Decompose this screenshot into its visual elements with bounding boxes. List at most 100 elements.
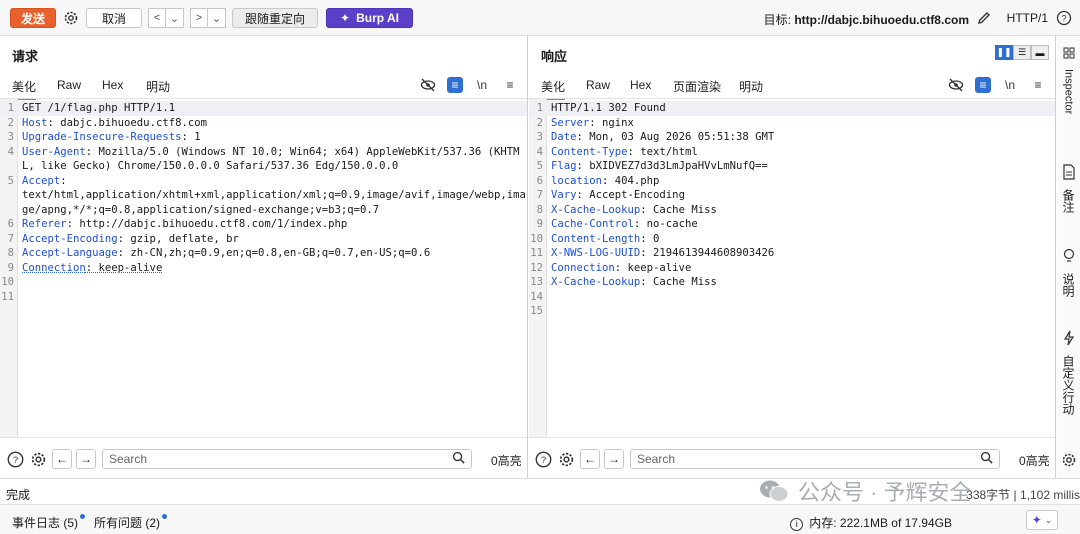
hide-eye-icon[interactable] bbox=[419, 76, 437, 94]
code-line: 11 X-NWS-LOG-UUID: 2194613944608903426 bbox=[529, 246, 1055, 261]
search-icon[interactable] bbox=[452, 451, 465, 467]
tab-explain[interactable]: 明动 bbox=[146, 78, 170, 95]
burp-ai-button[interactable]: ✦ Burp AI bbox=[326, 8, 413, 28]
menu-icon[interactable]: ≡ bbox=[1029, 76, 1047, 94]
word-wrap-icon[interactable]: ≡ bbox=[975, 77, 991, 93]
line-content: X-Cache-Lookup: Cache Miss bbox=[547, 275, 717, 290]
request-search-input[interactable]: Search bbox=[102, 449, 472, 469]
code-line: 8 X-Cache-Lookup: Cache Miss bbox=[529, 203, 1055, 218]
line-number: 11 bbox=[1, 290, 14, 303]
newline-toggle[interactable]: \n bbox=[473, 76, 491, 94]
header-value: : Accept-Encoding bbox=[576, 189, 685, 201]
edit-target-pencil-icon[interactable] bbox=[974, 8, 994, 28]
tab-render[interactable]: 页面渲染 bbox=[673, 78, 721, 95]
header-value: : http://dabjc.bihuoedu.ctf8.com/1/index… bbox=[66, 218, 348, 230]
header-name: Accept bbox=[22, 174, 61, 187]
header-value: : text/html bbox=[627, 145, 698, 158]
chevron-right-icon[interactable]: > bbox=[190, 8, 208, 28]
code-line: 5 Accept: text/html,application/xhtml+xml… bbox=[0, 174, 527, 218]
cancel-button[interactable]: 取消 bbox=[86, 8, 142, 28]
sparkle-icon: ✦ bbox=[1031, 513, 1042, 527]
stacked-view-icon[interactable]: ☰ bbox=[1013, 45, 1031, 60]
code-line: 3 Date: Mon, 03 Aug 2026 05:51:38 GMT bbox=[529, 130, 1055, 145]
search-icon[interactable] bbox=[980, 451, 993, 467]
line-content: Content-Length: 0 bbox=[547, 232, 659, 247]
line-number: 8 bbox=[536, 203, 543, 216]
line-number: 7 bbox=[536, 189, 543, 201]
sidebar-item-inspector[interactable]: Inspector bbox=[1057, 46, 1080, 114]
tab-raw[interactable]: Raw bbox=[586, 78, 610, 92]
tab-raw[interactable]: Raw bbox=[57, 78, 81, 92]
line-content: Vary: Accept-Encoding bbox=[547, 188, 685, 203]
response-pane: 响应 ❚❚ ☰ ▬ 美化 Raw Hex 页面渲染 明动 ≡ \n ≡ 1 HTT… bbox=[529, 36, 1056, 478]
highlight-count: 0高亮 bbox=[1019, 454, 1050, 468]
response-editor[interactable]: 1 HTTP/1.1 302 Found 2 Server: nginx 3 Date: … bbox=[529, 98, 1055, 438]
help-icon[interactable]: ? bbox=[1054, 8, 1074, 28]
line-content: HTTP/1.1 302 Found bbox=[547, 101, 666, 116]
header-name: Host bbox=[22, 116, 48, 129]
sidebar-label-custom-actions: 自定义行动 bbox=[1061, 355, 1075, 415]
response-search-bar: ? ← → Search 0高亮 bbox=[529, 444, 1055, 474]
ai-sparkle-dropdown[interactable]: ✦ ⌄ bbox=[1026, 510, 1058, 530]
word-wrap-icon[interactable]: ≡ bbox=[447, 77, 463, 93]
line-content: Upgrade-Insecure-Requests: 1 bbox=[18, 130, 201, 145]
arrow-left-icon[interactable]: ← bbox=[52, 449, 72, 469]
header-name: Connection bbox=[551, 261, 615, 274]
send-button[interactable]: 发送 bbox=[10, 8, 56, 28]
header-value: : gzip, deflate, br bbox=[117, 232, 239, 245]
split-view-icon[interactable]: ❚❚ bbox=[995, 45, 1013, 60]
chevron-down-icon[interactable]: ⌄ bbox=[166, 8, 184, 28]
tab-hex[interactable]: Hex bbox=[630, 78, 651, 92]
line-number: 7 bbox=[7, 232, 14, 245]
header-value: : keep-alive bbox=[85, 261, 163, 274]
menu-icon[interactable]: ≡ bbox=[501, 76, 519, 94]
help-circle-icon[interactable]: ? bbox=[5, 449, 25, 469]
line-number: 2 bbox=[7, 116, 14, 129]
line-number: 9 bbox=[536, 218, 543, 230]
header-name: X-Cache-Lookup bbox=[551, 276, 641, 288]
code-line: 10 Content-Length: 0 bbox=[529, 232, 1055, 247]
header-value: : keep-alive bbox=[614, 261, 692, 274]
response-search-input[interactable]: Search bbox=[630, 449, 1000, 469]
search-settings-gear-icon[interactable] bbox=[556, 449, 576, 469]
chevron-down-icon[interactable]: ⌄ bbox=[208, 8, 226, 28]
header-name: Date bbox=[551, 131, 577, 143]
line-number: 15 bbox=[530, 305, 543, 317]
all-issues-link[interactable]: 所有问题 (2) bbox=[94, 514, 168, 531]
http-version-label[interactable]: HTTP/1 bbox=[1007, 11, 1048, 25]
tab-pretty[interactable]: 美化 bbox=[541, 78, 566, 100]
sidebar-label-explain: 说明 bbox=[1061, 273, 1075, 297]
chevron-left-icon[interactable]: < bbox=[148, 8, 166, 28]
header-name: User-Agent bbox=[22, 145, 86, 158]
header-name: Connection bbox=[22, 261, 86, 274]
arrow-right-icon[interactable]: → bbox=[604, 449, 624, 469]
header-value: : text/html,application/xhtml+xml,applic… bbox=[22, 174, 526, 216]
sidebar-settings-gear-icon[interactable] bbox=[1057, 452, 1080, 468]
search-settings-gear-icon[interactable] bbox=[28, 449, 48, 469]
settings-gear-icon[interactable] bbox=[61, 8, 81, 28]
hide-eye-icon[interactable] bbox=[947, 76, 965, 94]
line-content: Flag: bXIDVEZ7d3d3LmJpaHVvLmNufQ== bbox=[547, 159, 768, 174]
event-log-link[interactable]: 事件日志 (5) bbox=[12, 514, 86, 531]
request-editor[interactable]: 1 GET /1/flag.php HTTP/1.1 2 Host: dabjc.bi… bbox=[0, 98, 527, 438]
follow-redirect-button[interactable]: 跟随重定向 bbox=[232, 8, 318, 28]
newline-toggle[interactable]: \n bbox=[1001, 76, 1019, 94]
tab-explain[interactable]: 明动 bbox=[739, 78, 763, 95]
request-tabs: 美化 Raw Hex 明动 ≡ \n ≡ bbox=[0, 74, 527, 100]
memory-usage: i 内存: 222.1MB of 17.94GB bbox=[790, 514, 952, 531]
sidebar-item-explain[interactable]: 说明 bbox=[1057, 248, 1080, 297]
sidebar-item-notes[interactable]: 备注 bbox=[1057, 164, 1080, 213]
arrow-left-icon[interactable]: ← bbox=[580, 449, 600, 469]
line-content bbox=[18, 275, 22, 290]
response-tabs: 美化 Raw Hex 页面渲染 明动 ≡ \n ≡ bbox=[529, 74, 1055, 100]
svg-text:?: ? bbox=[1061, 14, 1066, 24]
arrow-right-icon[interactable]: → bbox=[76, 449, 96, 469]
code-line: 5 Flag: bXIDVEZ7d3d3LmJpaHVvLmNufQ== bbox=[529, 159, 1055, 174]
line-number: 4 bbox=[7, 145, 14, 158]
single-view-icon[interactable]: ▬ bbox=[1031, 45, 1049, 60]
tab-pretty[interactable]: 美化 bbox=[12, 78, 37, 100]
sidebar-item-custom-actions[interactable]: 自定义行动 bbox=[1057, 330, 1080, 415]
help-circle-icon[interactable]: ? bbox=[533, 449, 553, 469]
line-number: 6 bbox=[536, 174, 543, 187]
tab-hex[interactable]: Hex bbox=[102, 78, 123, 92]
